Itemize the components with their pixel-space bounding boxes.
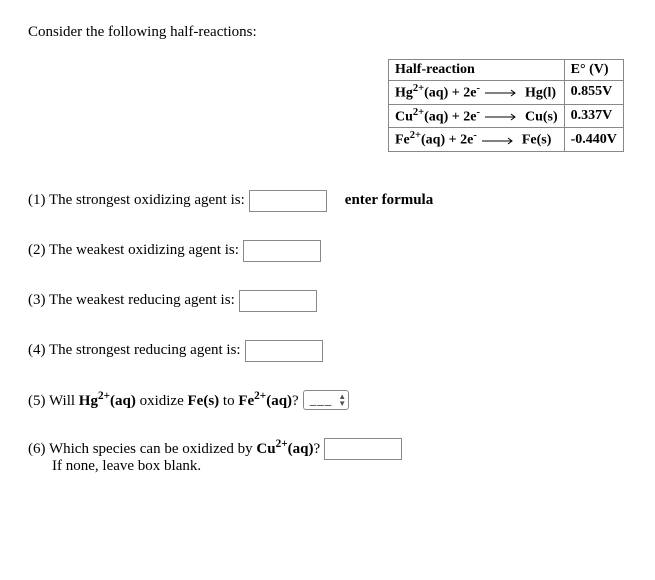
arrow-icon [485,113,519,121]
table-row: Fe2+(aq) + 2e- Fe(s) -0.440V [389,128,624,152]
half-reaction-table: Half-reaction E° (V) Hg2+(aq) + 2e- Hg(l… [388,59,627,152]
q5-label: (5) Will Hg2+(aq) oxidize Fe(s) to Fe2+(… [28,390,299,410]
q4-label: (4) The strongest reducing agent is: [28,342,241,359]
q3-label: (3) The weakest reducing agent is: [28,292,235,309]
q1-hint: enter formula [345,192,433,209]
q2-input[interactable] [243,240,321,262]
q5-select[interactable]: ___ ▲▼ [303,390,349,410]
q6-input[interactable] [324,438,402,460]
q2-label: (2) The weakest oxidizing agent is: [28,242,239,259]
intro-text: Consider the following half-reactions: [28,24,627,41]
q6-label: (6) Which species can be oxidized by Cu2… [28,438,320,475]
q3-input[interactable] [239,290,317,312]
table-header-reaction: Half-reaction [389,60,565,81]
q4-input[interactable] [245,340,323,362]
table-row: Cu2+(aq) + 2e- Cu(s) 0.337V [389,104,624,128]
q1-label: (1) The strongest oxidizing agent is: [28,192,245,209]
q1-input[interactable] [249,190,327,212]
table-row: Hg2+(aq) + 2e- Hg(l) 0.855V [389,81,624,105]
table-header-potential: E° (V) [564,60,623,81]
chevron-up-down-icon: ▲▼ [338,393,346,407]
arrow-icon [485,89,519,97]
arrow-icon [482,137,516,145]
